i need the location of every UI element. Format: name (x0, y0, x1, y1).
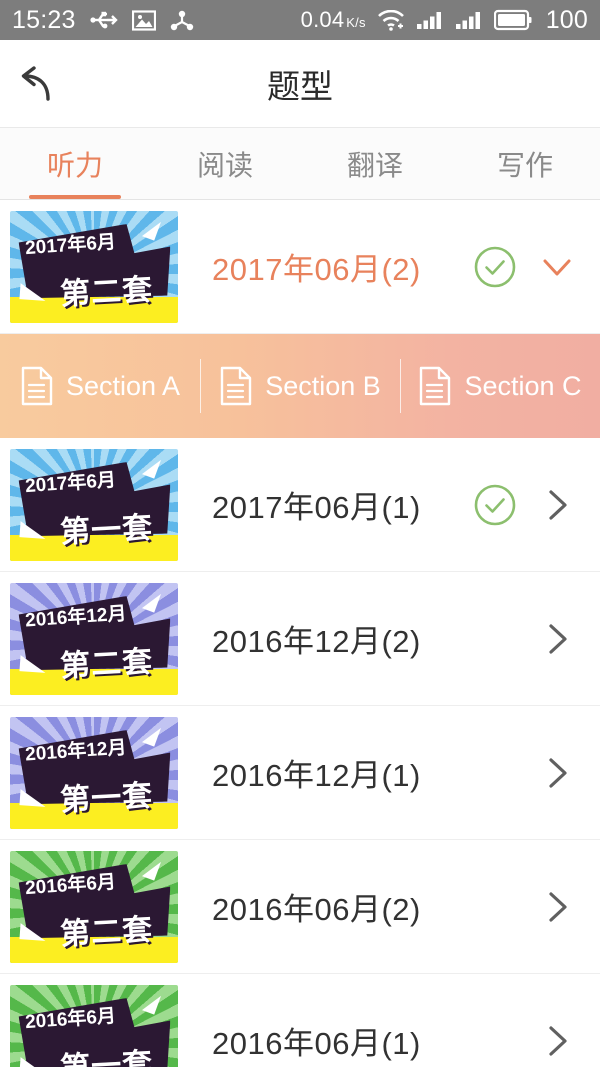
thumbnail-date: 2016年6月 (24, 1005, 117, 1033)
wifi-icon (377, 9, 405, 31)
exam-title: 2016年06月(2) (212, 892, 421, 927)
check-circle-icon (472, 482, 518, 528)
table-row[interactable]: 2017年6月 第二套 2017年06月(2) (0, 200, 600, 334)
section-a-label: Section A (65, 370, 181, 401)
thumbnail-text: 2017年6月 第一套 (10, 449, 178, 561)
thumbnail-date: 2016年6月 (24, 871, 117, 899)
document-icon (20, 366, 54, 406)
sections-bar: Section A Section B Section C (0, 334, 600, 438)
thumbnail-date: 2016年12月 (24, 737, 128, 766)
section-a-button[interactable]: Section A (0, 366, 200, 406)
network-speed-unit: K/s (346, 15, 366, 30)
section-c-label: Section C (464, 370, 582, 401)
undo-arrow-icon (14, 63, 60, 105)
exam-thumbnail: 2017年6月 第一套 (10, 448, 178, 561)
chevron-right-icon[interactable] (536, 484, 578, 526)
document-icon (219, 366, 253, 406)
table-row[interactable]: 2016年12月 第一套 2016年12月(1) (0, 706, 600, 840)
row-actions (536, 618, 578, 660)
row-actions (472, 244, 578, 290)
exam-title: 2017年06月(2) (212, 252, 421, 287)
section-c-button[interactable]: Section C (400, 366, 600, 406)
chevron-right-icon[interactable] (536, 1020, 578, 1062)
row-actions (536, 1020, 578, 1062)
section-b-button[interactable]: Section B (200, 366, 400, 406)
row-actions (536, 752, 578, 794)
tab-writing[interactable]: 写作 (450, 128, 600, 199)
status-bar-right-icons: 0.04 K/s 100 (301, 6, 588, 35)
battery-percentage: 100 (545, 5, 588, 34)
table-row[interactable]: 2016年6月 第二套 2016年06月(2) (0, 840, 600, 974)
section-b-label: Section B (265, 370, 381, 401)
app-header: 题型 (0, 40, 600, 128)
thumbnail-text: 2016年12月 第二套 (10, 583, 178, 695)
thumbnail-set: 第二套 (59, 273, 155, 311)
exam-list: 2017年6月 第二套 2017年06月(2) Section A Sectio… (0, 200, 600, 1067)
thumbnail-date: 2017年6月 (24, 231, 117, 259)
row-actions (536, 886, 578, 928)
image-icon (131, 9, 156, 31)
page-title: 题型 (267, 67, 333, 105)
thumbnail-text: 2017年6月 第二套 (10, 211, 178, 323)
row-actions (472, 482, 578, 528)
chevron-down-icon[interactable] (536, 246, 578, 288)
battery-icon (493, 9, 532, 31)
thumbnail-text: 2016年6月 第一套 (10, 985, 178, 1067)
exam-thumbnail: 2016年12月 第二套 (10, 582, 178, 695)
network-speed: 0.04 K/s (301, 7, 366, 33)
status-bar: 15:23 0.04 K/s 100 (0, 0, 600, 40)
network-speed-value: 0.04 (300, 7, 345, 32)
exam-thumbnail: 2016年6月 第二套 (10, 850, 178, 963)
exam-thumbnail: 2016年6月 第一套 (10, 984, 178, 1067)
app-root: 15:23 0.04 K/s 100 题型 听力 阅读 翻译 写作 2017年6… (0, 0, 600, 1067)
tab-reading[interactable]: 阅读 (150, 128, 300, 199)
exam-thumbnail: 2016年12月 第一套 (10, 716, 178, 829)
thumbnail-set: 第一套 (59, 779, 155, 817)
thumbnail-set: 第二套 (59, 645, 155, 683)
table-row[interactable]: 2016年6月 第一套 2016年06月(1) (0, 974, 600, 1067)
signal-icon-2 (455, 10, 483, 30)
tab-translation[interactable]: 翻译 (300, 128, 450, 199)
chevron-right-icon[interactable] (536, 752, 578, 794)
thumbnail-date: 2016年12月 (24, 603, 128, 632)
thumbnail-date: 2017年6月 (24, 469, 117, 497)
status-bar-left-icons (89, 9, 194, 31)
share-node-icon (170, 10, 194, 31)
check-circle-icon (472, 244, 518, 290)
thumbnail-set: 第二套 (59, 913, 155, 951)
usb-icon (89, 10, 118, 30)
tab-bar: 听力 阅读 翻译 写作 (0, 128, 600, 200)
table-row[interactable]: 2017年6月 第一套 2017年06月(1) (0, 438, 600, 572)
thumbnail-set: 第一套 (59, 1047, 155, 1067)
back-button[interactable] (0, 40, 74, 128)
thumbnail-text: 2016年6月 第二套 (10, 851, 178, 963)
signal-icon-1 (416, 10, 444, 30)
tab-reading-label: 阅读 (196, 149, 253, 181)
document-icon (418, 366, 452, 406)
tab-listening-label: 听力 (46, 149, 103, 181)
chevron-right-icon[interactable] (536, 886, 578, 928)
exam-title: 2016年06月(1) (212, 1026, 421, 1061)
thumbnail-text: 2016年12月 第一套 (10, 717, 178, 829)
exam-title: 2016年12月(2) (212, 624, 421, 659)
tab-translation-label: 翻译 (346, 149, 403, 181)
thumbnail-set: 第一套 (59, 511, 155, 549)
exam-thumbnail: 2017年6月 第二套 (10, 210, 178, 323)
tab-listening[interactable]: 听力 (0, 128, 150, 199)
exam-title: 2017年06月(1) (212, 490, 421, 525)
status-bar-clock: 15:23 (12, 5, 76, 34)
exam-title: 2016年12月(1) (212, 758, 421, 793)
table-row[interactable]: 2016年12月 第二套 2016年12月(2) (0, 572, 600, 706)
tab-writing-label: 写作 (496, 149, 553, 181)
chevron-right-icon[interactable] (536, 618, 578, 660)
